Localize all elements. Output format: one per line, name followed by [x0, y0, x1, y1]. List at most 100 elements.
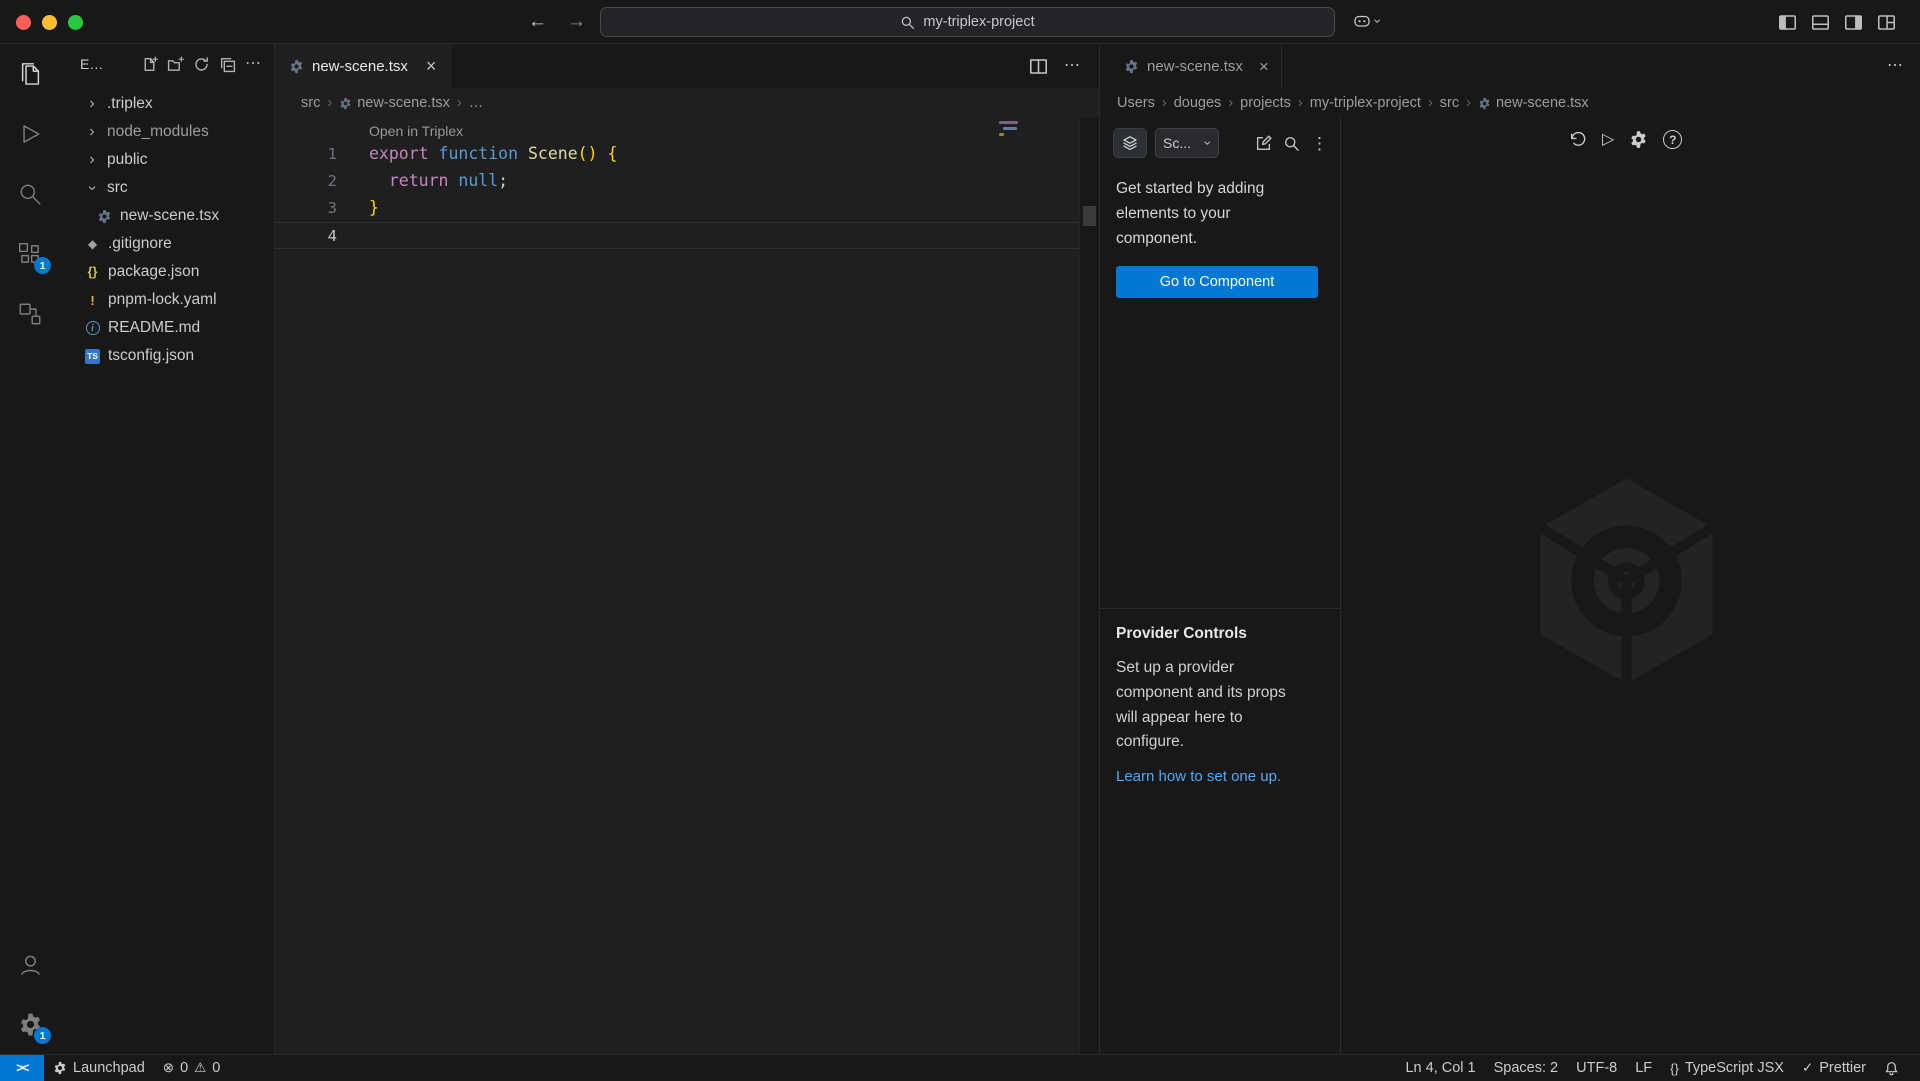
- code-editor[interactable]: Open in Triplex 1 export function Scene(…: [275, 118, 1099, 1054]
- bre adcrumb-src[interactable]: src: [1440, 95, 1459, 111]
- undo-icon[interactable]: [1568, 130, 1587, 149]
- activity-settings-button[interactable]: 1: [0, 994, 60, 1054]
- notifications-button[interactable]: [1875, 1055, 1908, 1081]
- breadcrumb-project[interactable]: my-triplex-project: [1310, 95, 1421, 111]
- tree-item-folder-src[interactable]: › src: [60, 174, 274, 202]
- breadcrumb-src[interactable]: src: [301, 95, 320, 111]
- go-to-component-button[interactable]: Go to Component: [1116, 266, 1318, 298]
- forward-button[interactable]: →: [567, 11, 586, 33]
- hierarchy-icon: [17, 301, 43, 327]
- tree-item-file-pnpm-lock[interactable]: ! pnpm-lock.yaml: [60, 286, 274, 314]
- scene-layers-button[interactable]: [1113, 128, 1147, 158]
- provider-setup-link[interactable]: Learn how to set one up.: [1116, 768, 1281, 785]
- scrollbar-thumb[interactable]: [1083, 206, 1096, 226]
- breadcrumb-douges[interactable]: douges: [1174, 95, 1222, 111]
- code-line-1: 1 export function Scene() {: [275, 141, 1099, 168]
- tree-item-folder-public[interactable]: › public: [60, 146, 274, 174]
- chevron-right-icon: ›: [84, 124, 100, 140]
- git-file-icon: ◆: [84, 236, 101, 253]
- breadcrumb-file[interactable]: new-scene.tsx: [1478, 95, 1589, 111]
- toggle-secondary-sidebar-button[interactable]: [1844, 13, 1863, 32]
- refresh-explorer-button[interactable]: [193, 56, 210, 73]
- explorer-more-button[interactable]: ⋯: [245, 56, 262, 72]
- zoom-window-button[interactable]: [68, 15, 83, 30]
- tree-item-file-package-json[interactable]: {} package.json: [60, 258, 274, 286]
- minimap[interactable]: [999, 121, 1025, 139]
- command-center-query: my-triplex-project: [923, 14, 1034, 30]
- close-tab-button[interactable]: ×: [426, 57, 437, 75]
- edit-icon[interactable]: [1255, 135, 1272, 152]
- settings-gear-icon[interactable]: [1629, 130, 1648, 149]
- intro-text: Get started by adding elements to your c…: [1116, 177, 1284, 251]
- close-window-button[interactable]: [16, 15, 31, 30]
- activity-search-button[interactable]: [0, 164, 60, 224]
- toggle-primary-sidebar-button[interactable]: [1778, 13, 1797, 32]
- split-editor-button[interactable]: [1029, 57, 1048, 76]
- breadcrumb-projects[interactable]: projects: [1240, 95, 1291, 111]
- scene-select-dropdown[interactable]: Sc... ›: [1155, 128, 1219, 158]
- line-number: 4: [275, 223, 337, 248]
- launchpad-button[interactable]: Launchpad: [44, 1055, 154, 1081]
- formatter-button[interactable]: ✓ Prettier: [1793, 1055, 1875, 1081]
- title-bar: ← → my-triplex-project ›: [0, 0, 1920, 44]
- cursor-position-button[interactable]: Ln 4, Col 1: [1396, 1055, 1484, 1081]
- chevron-down-icon: ›: [1202, 141, 1216, 146]
- editor-tab-bar: new-scene.tsx × ⋯: [275, 44, 1099, 88]
- line-number: 2: [275, 168, 337, 195]
- remote-indicator-button[interactable]: ><: [0, 1055, 44, 1081]
- activity-accounts-button[interactable]: [0, 934, 60, 994]
- line-number: 3: [275, 195, 337, 222]
- check-icon: ✓: [1802, 1060, 1813, 1076]
- editor-more-button[interactable]: ⋯: [1064, 58, 1081, 74]
- problems-button[interactable]: ⊗ 0 ⚠ 0: [154, 1055, 230, 1081]
- file-tree: › .triplex › node_modules › public › src…: [60, 84, 274, 370]
- help-icon[interactable]: ?: [1663, 130, 1682, 149]
- chevron-right-icon: ›: [1162, 95, 1167, 111]
- editor-scrollbar[interactable]: [1079, 118, 1099, 1054]
- language-mode-button[interactable]: {} TypeScript JSX: [1661, 1055, 1793, 1081]
- tree-item-folder-triplex[interactable]: › .triplex: [60, 90, 274, 118]
- tree-item-label: new-scene.tsx: [120, 207, 219, 225]
- warning-icon: ⚠: [194, 1060, 206, 1076]
- editor-tab-new-scene[interactable]: new-scene.tsx ×: [275, 44, 451, 88]
- eol-button[interactable]: LF: [1626, 1055, 1661, 1081]
- play-icon[interactable]: ▷: [1602, 132, 1614, 148]
- breadcrumb-symbol[interactable]: …: [469, 95, 484, 111]
- collapse-folders-button[interactable]: [219, 56, 236, 73]
- command-center-search[interactable]: my-triplex-project: [600, 7, 1335, 37]
- toggle-panel-button[interactable]: [1811, 13, 1830, 32]
- kebab-menu-icon[interactable]: ⋮: [1311, 135, 1328, 152]
- activity-run-debug-button[interactable]: [0, 104, 60, 164]
- tree-item-file-tsconfig[interactable]: TS tsconfig.json: [60, 342, 274, 370]
- breadcrumb-file[interactable]: new-scene.tsx: [339, 95, 450, 111]
- activity-triplex-button[interactable]: [0, 284, 60, 344]
- panel-more-button[interactable]: ⋯: [1887, 58, 1904, 74]
- tab-label: new-scene.tsx: [1147, 58, 1243, 75]
- tree-item-label: node_modules: [107, 123, 209, 141]
- customize-layout-button[interactable]: [1877, 13, 1896, 32]
- activity-extensions-button[interactable]: 1: [0, 224, 60, 284]
- encoding-button[interactable]: UTF-8: [1567, 1055, 1626, 1081]
- back-button[interactable]: ←: [528, 11, 547, 33]
- close-tab-button[interactable]: ×: [1259, 58, 1269, 75]
- tree-item-folder-node-modules[interactable]: › node_modules: [60, 118, 274, 146]
- tree-item-file-readme[interactable]: i README.md: [60, 314, 274, 342]
- indentation-button[interactable]: Spaces: 2: [1485, 1055, 1568, 1081]
- bell-icon: [1884, 1061, 1899, 1076]
- triplex-file-icon: [1124, 59, 1139, 74]
- triplex-file-icon: [339, 97, 352, 110]
- activity-explorer-button[interactable]: [0, 44, 60, 104]
- code-lens-open-in-triplex[interactable]: Open in Triplex: [369, 118, 463, 141]
- activity-bar: 1 1: [0, 44, 60, 1054]
- triplex-file-icon: [1478, 97, 1491, 110]
- panel-tab-new-scene[interactable]: new-scene.tsx ×: [1112, 44, 1282, 88]
- new-file-button[interactable]: [141, 56, 158, 73]
- search-icon[interactable]: [1283, 135, 1300, 152]
- code-line-4-current: 4: [275, 222, 1099, 249]
- new-folder-button[interactable]: [167, 56, 184, 73]
- minimize-window-button[interactable]: [42, 15, 57, 30]
- tree-item-file-gitignore[interactable]: ◆ .gitignore: [60, 230, 274, 258]
- tree-item-file-new-scene[interactable]: new-scene.tsx: [60, 202, 274, 230]
- copilot-menu-button[interactable]: ›: [1352, 11, 1381, 31]
- breadcrumb-users[interactable]: Users: [1117, 95, 1155, 111]
